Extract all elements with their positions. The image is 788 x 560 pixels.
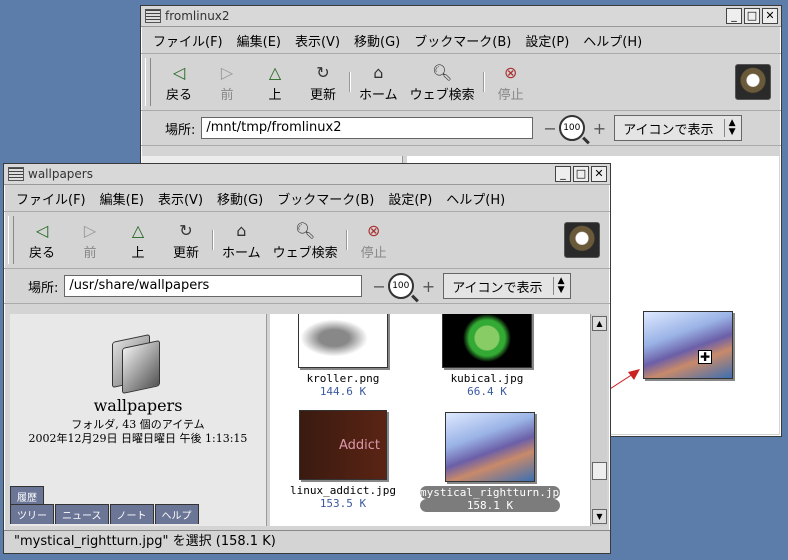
status-bar: "mystical_rightturn.jpg" を選択 (158.1 K) [4,530,610,553]
forward-button[interactable]: ▷ 前 [66,215,114,265]
view-mode-select[interactable]: アイコンで表示 ▲ ▼ [443,273,572,299]
up-arrow-icon: △ [131,220,145,240]
location-input[interactable]: /usr/share/wallpapers [64,275,363,297]
menu-help[interactable]: ヘルプ(H) [446,189,505,208]
tab-notes[interactable]: ノート [109,504,154,524]
front-side-panel: wallpapers フォルダ, 43 個のアイテム 2002年12月29日 日… [10,314,267,526]
window-menu-icon[interactable] [8,167,24,181]
up-button[interactable]: △ 上 [114,215,162,265]
menu-go[interactable]: 移動(G) [217,189,263,208]
tab-help[interactable]: ヘルプ [154,504,199,524]
back-button[interactable]: ◁ 戻る [18,215,66,265]
front-window-title: wallpapers [28,167,93,181]
scroll-up-arrow-icon[interactable]: ▲ [592,316,607,331]
reload-icon: ↻ [179,220,193,240]
menu-bookmarks[interactable]: ブックマーク(B) [277,189,374,208]
front-location-bar: 場所: /usr/share/wallpapers − 100 + アイコンで表… [4,269,610,304]
toolbar-separator [212,230,214,250]
stop-icon: ⊗ [366,220,381,240]
front-window-titlebar[interactable]: wallpapers _ □ ✕ [4,164,610,185]
web-search-button[interactable]: 🔍︎ ウェブ検索 [267,215,344,265]
menu-file[interactable]: ファイル(F) [16,189,86,208]
home-icon: ⌂ [236,220,247,240]
updown-arrow-icon: ▲ ▼ [552,277,564,295]
tab-news[interactable]: ニュース [55,504,109,524]
mystical-thumbnail-image [445,412,535,482]
sidebar-folder-name: wallpapers [93,396,183,415]
close-button[interactable]: ✕ [591,166,607,182]
gnome-foot-logo [564,222,600,258]
file-name: linux_addict.jpg [290,484,396,497]
location-label: 場所: [28,280,59,296]
maximize-button[interactable]: □ [573,166,589,182]
file-size: 158.1 K [420,499,560,512]
front-menubar: ファイル(F) 編集(E) 表示(V) 移動(G) ブックマーク(B) 設定(P… [4,185,610,212]
kroller-thumbnail-image [298,314,388,368]
file-item[interactable]: kubical.jpg 66.4 K [432,314,542,398]
menu-view[interactable]: 表示(V) [158,189,203,208]
toolbar-grip[interactable] [8,216,14,264]
tab-tree[interactable]: ツリー [10,504,54,524]
scroll-down-arrow-icon[interactable]: ▼ [592,509,607,524]
minimize-button[interactable]: _ [555,166,571,182]
front-window[interactable]: wallpapers _ □ ✕ ファイル(F) 編集(E) 表示(V) 移動(… [3,163,611,554]
file-size: 66.4 K [467,385,507,398]
drag-arrow-head [628,369,640,380]
front-toolbar: ◁ 戻る ▷ 前 △ 上 ↻ 更新 ⌂ ホーム 🔍︎ ウェブ検索 ⊗ 停止 [4,212,610,269]
file-item[interactable]: Addict linux_addict.jpg 153.5 K [288,410,398,510]
zoom-out-icon[interactable]: − [372,277,385,296]
front-icon-view[interactable]: kroller.png 144.6 K kubical.jpg 66.4 K A… [270,314,590,526]
menu-edit[interactable]: 編集(E) [100,189,144,208]
magnifier-icon: 🔍︎ [294,220,316,240]
vertical-scrollbar[interactable]: ▲ ▼ [590,314,607,526]
zoom-control: − 100 + [372,273,435,299]
menu-settings[interactable]: 設定(P) [388,189,432,208]
file-item-selected[interactable]: mystical_rightturn.jpg 158.1 K [420,412,566,512]
folder-icon [106,332,166,395]
file-name: kubical.jpg [450,372,524,385]
sidebar-folder-date: 2002年12月29日 日曜日曜日 午後 1:13:15 [28,432,248,445]
forward-arrow-icon: ▷ [83,220,97,240]
tab-history[interactable]: 履歴 [10,486,44,506]
reload-button[interactable]: ↻ 更新 [162,215,210,265]
toolbar-separator [345,230,348,250]
sidebar-tabs-bottom: ツリー ニュース ノート ヘルプ [10,504,200,524]
linux-addict-thumbnail-image: Addict [299,410,387,480]
file-item[interactable]: kroller.png 144.6 K [288,314,398,398]
file-size: 153.5 K [319,497,367,510]
sidebar-tabs-top: 履歴 [10,486,45,506]
home-button[interactable]: ⌂ ホーム [216,215,267,265]
stop-button[interactable]: ⊗ 停止 [350,215,398,265]
kubical-thumbnail-image [442,314,532,368]
zoom-in-icon[interactable]: + [422,277,435,296]
back-arrow-icon: ◁ [35,220,49,240]
file-name: kroller.png [306,372,380,385]
file-name: mystical_rightturn.jpg [420,486,566,499]
file-size: 144.6 K [319,385,367,398]
zoom-level[interactable]: 100 [387,273,414,299]
scrollbar-thumb[interactable] [592,462,607,480]
